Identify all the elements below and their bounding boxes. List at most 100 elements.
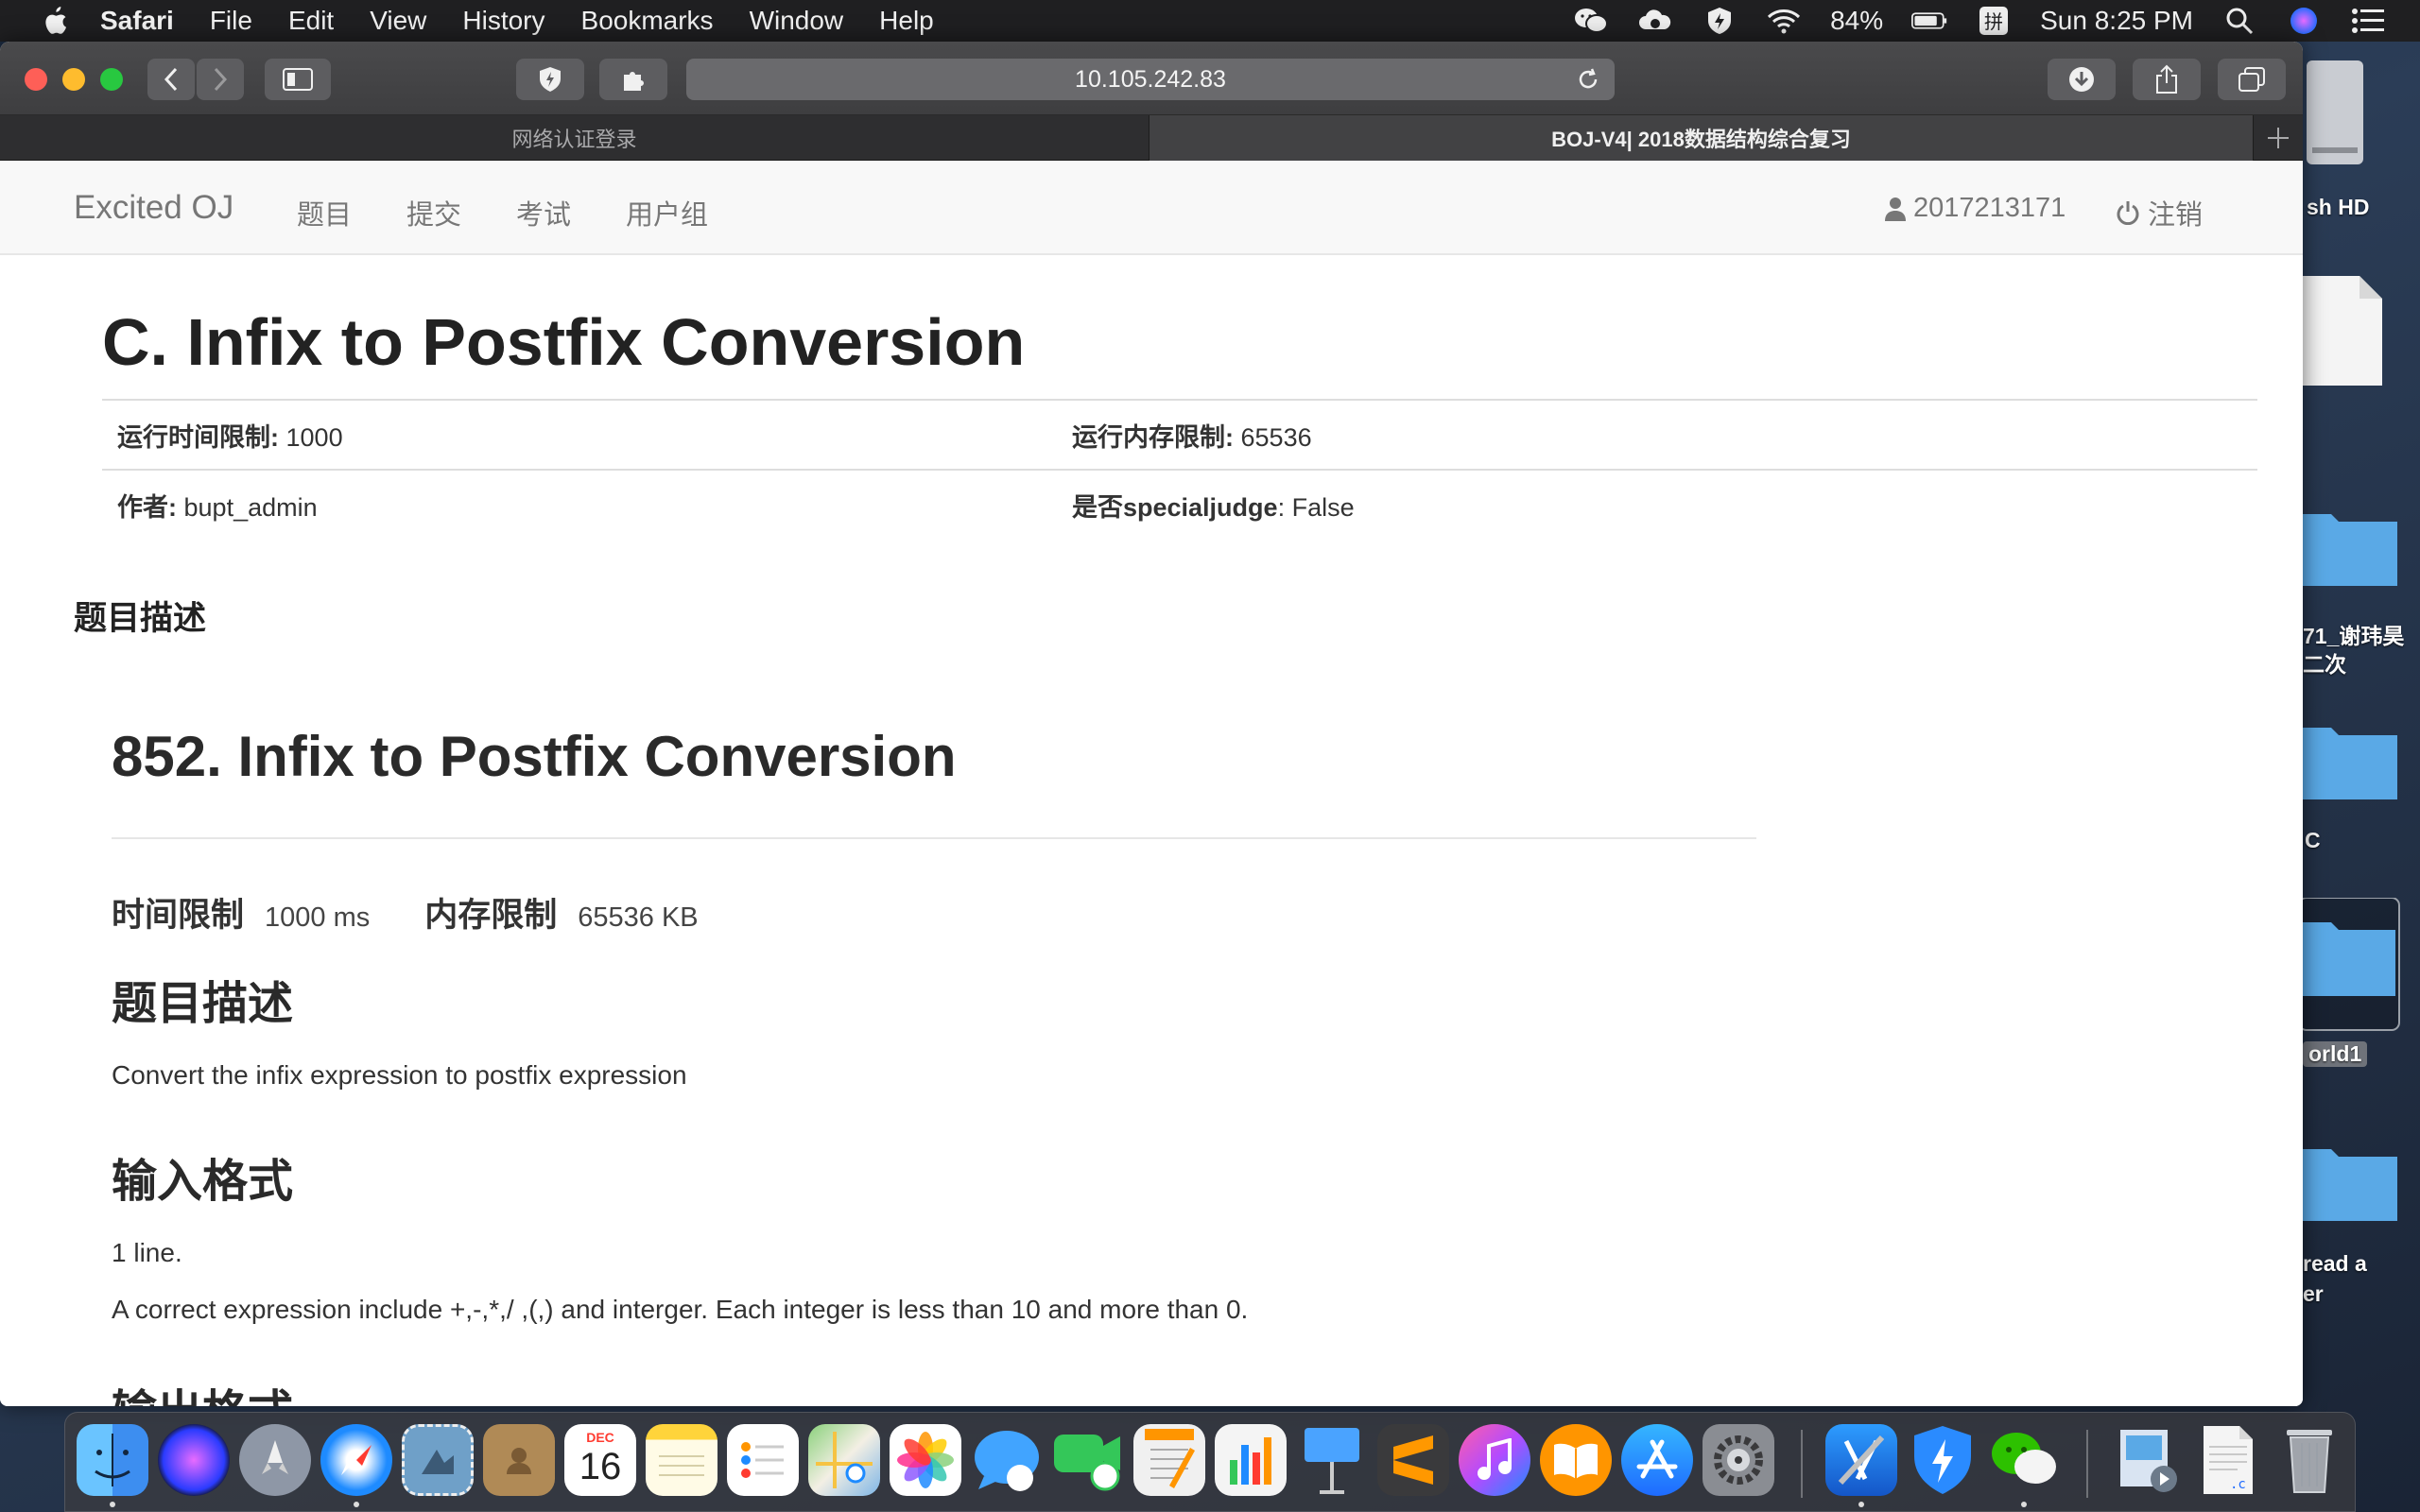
- menu-window[interactable]: Window: [750, 6, 844, 36]
- dock-books-icon[interactable]: [1540, 1424, 1612, 1496]
- dock-safari-icon[interactable]: [320, 1424, 392, 1496]
- apple-menu-icon[interactable]: [36, 3, 72, 39]
- battery-percent: 84%: [1830, 6, 1884, 35]
- nav-problems[interactable]: 题目: [297, 193, 352, 232]
- dock-mail-stamp-icon[interactable]: [402, 1424, 474, 1496]
- dock-shield-vpn-icon[interactable]: [1907, 1424, 1979, 1496]
- desktop-label-folder-4[interactable]: read a: [2303, 1251, 2367, 1277]
- tab-boj[interactable]: BOJ-V4| 2018数据结构综合复习: [1150, 115, 2254, 161]
- dock-facetime-icon[interactable]: [1052, 1424, 1124, 1496]
- site-brand-link[interactable]: Excited OJ: [74, 189, 233, 227]
- time-limit-cell: 运行时间限制: 1000: [102, 417, 1072, 454]
- dock-reminders-icon[interactable]: [727, 1424, 799, 1496]
- user-profile-link[interactable]: 2017213171: [1885, 193, 2066, 224]
- dock-preview-icon[interactable]: [2111, 1424, 2183, 1496]
- address-bar[interactable]: 10.105.242.83: [686, 59, 1615, 100]
- menu-help[interactable]: Help: [879, 6, 934, 36]
- dock-calendar-icon[interactable]: DEC 16: [564, 1424, 636, 1496]
- zoom-window-button[interactable]: [100, 68, 123, 91]
- special-judge-cell: 是否specialjudge: False: [1072, 487, 2257, 524]
- dock-sublime-text-icon[interactable]: [1377, 1424, 1449, 1496]
- forward-button[interactable]: [197, 59, 244, 100]
- wifi-icon[interactable]: [1766, 5, 1802, 37]
- shield-status-icon[interactable]: [1702, 5, 1737, 37]
- sidebar-toggle-button[interactable]: [265, 59, 331, 100]
- tab-overview-button[interactable]: [2218, 59, 2286, 100]
- dock-notes-icon[interactable]: [646, 1424, 717, 1496]
- calendar-day: 16: [579, 1446, 622, 1487]
- desktop-label-folder-2[interactable]: C: [2305, 828, 2321, 853]
- dock-contacts-icon[interactable]: [483, 1424, 555, 1496]
- desktop-label-folder-1b[interactable]: 二次: [2303, 646, 2346, 679]
- dock-system-preferences-icon[interactable]: [1703, 1424, 1774, 1496]
- dock-messages-icon[interactable]: [971, 1424, 1043, 1496]
- menu-clock[interactable]: Sun 8:25 PM: [2040, 6, 2193, 36]
- calendar-month: DEC: [586, 1430, 614, 1445]
- dock-pages-icon[interactable]: [1133, 1424, 1205, 1496]
- dock-launchpad-icon[interactable]: [239, 1424, 311, 1496]
- input-method-icon[interactable]: 拼: [1976, 5, 2012, 37]
- web-page: Excited OJ 题目 提交 考试 用户组 2017213171 注销 C.…: [0, 161, 2303, 1406]
- dock-wechat-icon[interactable]: [1988, 1424, 2060, 1496]
- dock-trash-icon[interactable]: [2273, 1424, 2345, 1496]
- cloud-sync-icon[interactable]: [1637, 5, 1673, 37]
- dock: DEC 16 .c: [64, 1412, 2356, 1512]
- menu-history[interactable]: History: [462, 6, 544, 36]
- menu-file[interactable]: File: [210, 6, 252, 36]
- menu-app-name[interactable]: Safari: [100, 6, 174, 36]
- nav-user-groups[interactable]: 用户组: [626, 193, 708, 232]
- running-indicator: [1858, 1502, 1864, 1507]
- description-heading: 题目描述: [112, 979, 294, 1029]
- desktop-label-folder-3[interactable]: orld1: [2303, 1041, 2368, 1067]
- siri-icon[interactable]: [2286, 5, 2322, 37]
- selected-folder-icon[interactable]: [2298, 897, 2401, 1037]
- dock-photos-icon[interactable]: [890, 1424, 961, 1496]
- spotlight-search-icon[interactable]: [2221, 5, 2257, 37]
- author-cell: 作者: bupt_admin: [102, 487, 1072, 524]
- desktop-label-disk[interactable]: sh HD: [2307, 195, 2369, 220]
- dock-numbers-icon[interactable]: [1215, 1424, 1287, 1496]
- dock-c-source-file-icon[interactable]: .c: [2192, 1424, 2264, 1496]
- nav-submissions[interactable]: 提交: [406, 193, 461, 232]
- battery-icon[interactable]: [1911, 5, 1947, 37]
- memory-limit-cell: 运行内存限制: 65536: [1072, 417, 2257, 454]
- share-button[interactable]: [2133, 59, 2201, 100]
- reload-icon[interactable]: [1575, 66, 1601, 93]
- problem-meta-table: 运行时间限制: 1000 运行内存限制: 65536 作者: bupt_admi…: [102, 399, 2257, 539]
- folder-icon[interactable]: [2303, 507, 2397, 591]
- memory-limit-label: 运行内存限制:: [1072, 422, 1234, 452]
- minimize-window-button[interactable]: [62, 68, 85, 91]
- back-button[interactable]: [147, 59, 195, 100]
- embedded-time-label: 时间限制: [112, 897, 245, 934]
- dock-xcode-icon[interactable]: [1825, 1424, 1897, 1496]
- desktop-label-folder-4b[interactable]: er: [2303, 1281, 2324, 1307]
- dock-itunes-icon[interactable]: [1459, 1424, 1530, 1496]
- folder-icon[interactable]: [2303, 720, 2397, 804]
- desktop-label-folder-1[interactable]: 71_谢玮昊: [2303, 618, 2404, 650]
- new-tab-button[interactable]: [2254, 115, 2303, 161]
- close-window-button[interactable]: [25, 68, 47, 91]
- wechat-status-icon[interactable]: [1573, 5, 1609, 37]
- dock-app-store-icon[interactable]: [1621, 1424, 1693, 1496]
- menu-bookmarks[interactable]: Bookmarks: [581, 6, 714, 36]
- menu-edit[interactable]: Edit: [288, 6, 334, 36]
- hard-disk-icon[interactable]: [2307, 60, 2367, 171]
- downloads-button[interactable]: [2048, 59, 2116, 100]
- tab-title: BOJ-V4| 2018数据结构综合复习: [1551, 128, 1851, 151]
- notification-center-icon[interactable]: [2350, 5, 2386, 37]
- dock-maps-icon[interactable]: [808, 1424, 880, 1496]
- logout-link[interactable]: 注销: [2116, 193, 2203, 232]
- extension-puzzle-button[interactable]: [599, 59, 667, 100]
- dock-finder-icon[interactable]: [77, 1424, 148, 1496]
- dock-keynote-icon[interactable]: [1296, 1424, 1368, 1496]
- input-format-heading: 输入格式: [112, 1157, 294, 1207]
- dock-siri-icon[interactable]: [158, 1424, 230, 1496]
- menu-view[interactable]: View: [370, 6, 426, 36]
- document-file-icon[interactable]: [2303, 276, 2382, 390]
- tab-network-login[interactable]: 网络认证登录: [0, 115, 1150, 161]
- svg-text:.c: .c: [2230, 1477, 2246, 1492]
- folder-icon[interactable]: [2303, 1142, 2397, 1226]
- nav-exams[interactable]: 考试: [516, 193, 571, 232]
- logout-label: 注销: [2148, 200, 2204, 231]
- shield-extension-button[interactable]: [516, 59, 584, 100]
